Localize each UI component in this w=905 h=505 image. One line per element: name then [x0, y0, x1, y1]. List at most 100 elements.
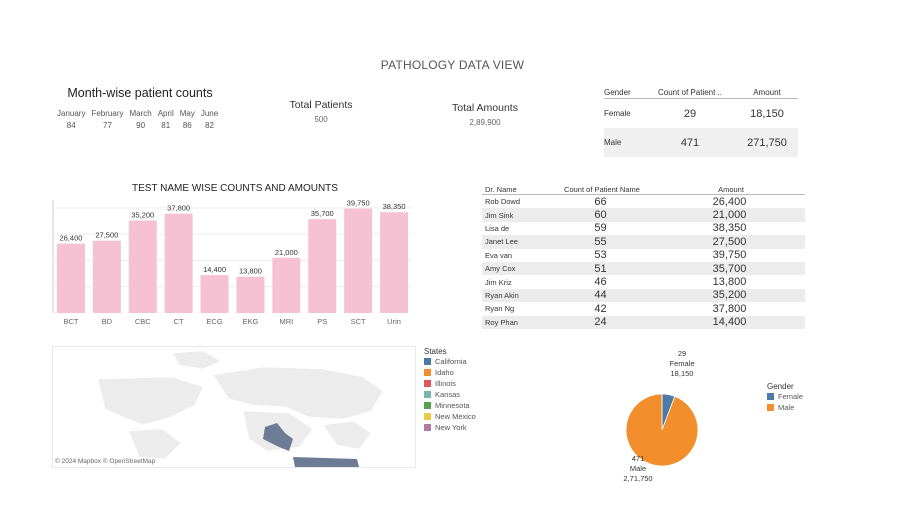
count-cell: 24	[547, 315, 654, 329]
count-cell: 66	[594, 195, 607, 208]
table-row: Lisa de 59 38,350	[482, 222, 805, 235]
pie-data-label: 2,71,750	[623, 474, 652, 483]
dashboard-title: PATHOLOGY DATA VIEW	[380, 58, 525, 72]
table-row: Jim Sink 60 21,000	[482, 208, 805, 222]
table-row: Roy Phan 24 14,400	[482, 315, 805, 329]
month-label: April	[157, 109, 174, 118]
pie-data-label: 18,150	[671, 369, 694, 378]
amount-cell: 271,750	[736, 128, 798, 157]
gender-pie-chart: 29Female18,150 471Male2,71,750	[623, 349, 699, 483]
gender-count-header: Count of Patient ..	[644, 86, 736, 99]
x-tick-label: BCT	[63, 317, 78, 326]
month-column: June 82	[198, 109, 221, 130]
gender-amount-header: Amount	[736, 86, 798, 99]
bar[interactable]	[56, 243, 85, 313]
states-map[interactable]: © 2024 Mapbox © OpenStreetMap	[52, 346, 416, 468]
table-row: Ryan Ng 42 37,800	[482, 302, 805, 315]
doctor-table: Dr. Name Count of Patient Name Amount Ro…	[482, 184, 805, 329]
month-column: April 81	[155, 109, 177, 130]
x-tick-label: CT	[174, 317, 184, 326]
bar-value-label: 37,800	[167, 204, 190, 213]
legend-swatch	[424, 413, 431, 420]
month-count: 81	[161, 121, 171, 130]
x-tick-label: Urin	[387, 317, 401, 326]
bar-value-label: 21,000	[275, 248, 298, 257]
gender-legend-title: Gender	[767, 382, 794, 391]
bar-value-label: 26,400	[59, 234, 82, 243]
bar[interactable]	[164, 213, 193, 313]
bar-chart: 26,400 BCT 27,500 BD 35,200 CBC 37,800 CT 14,400…	[52, 199, 412, 326]
gender-legend-item[interactable]: Male	[767, 402, 803, 413]
dr-name-cell: Jim Kriz	[485, 277, 512, 287]
amount-cell: 18,150	[750, 107, 784, 120]
gender-header: Gender	[604, 86, 644, 99]
dr-name-cell: Ryan Akin	[482, 288, 547, 303]
pie-data-label: Male	[630, 464, 646, 473]
count-cell: 42	[594, 302, 607, 315]
amount-cell: 27,500	[654, 235, 805, 249]
table-row: Female 29 18,150	[604, 99, 798, 129]
total-patients-value: 500	[314, 115, 328, 124]
dr-name-cell: Eva van	[485, 250, 513, 260]
x-tick-label: ECG	[206, 317, 222, 326]
month-label: February	[91, 109, 124, 118]
gender-table: Gender Count of Patient .. Amount Female…	[604, 86, 798, 157]
table-row: Eva van 53 39,750	[482, 249, 805, 262]
state-legend-item[interactable]: Minnesota	[424, 400, 476, 411]
amount-cell: 26,400	[712, 195, 747, 208]
table-row: Jim Kriz 46 13,800	[482, 275, 805, 288]
amount-cell: 35,200	[654, 288, 805, 303]
x-tick-label: CBC	[135, 317, 151, 326]
count-cell: 44	[547, 288, 654, 303]
state-legend-item[interactable]: New York	[424, 422, 476, 433]
dr-amount-header: Amount	[654, 184, 805, 195]
state-legend-item[interactable]: New Mexico	[424, 411, 476, 422]
state-legend-item[interactable]: Idaho	[424, 367, 476, 378]
month-label: March	[129, 109, 152, 118]
bar[interactable]	[380, 212, 409, 313]
dr-name-header: Dr. Name	[482, 184, 547, 195]
bar[interactable]	[236, 276, 265, 313]
gender-legend: Gender Female Male	[767, 382, 803, 413]
state-legend-item[interactable]: California	[424, 356, 476, 367]
dr-count-header: Count of Patient Name	[547, 184, 654, 195]
bar-value-label: 27,500	[95, 231, 118, 240]
bar-value-label: 13,800	[239, 267, 262, 276]
count-cell: 51	[547, 261, 654, 276]
month-label: June	[200, 109, 219, 118]
legend-swatch	[424, 391, 431, 398]
dr-name-cell: Janet Lee	[482, 235, 547, 249]
total-amounts-value: 2,89,900	[469, 118, 501, 127]
bar[interactable]	[308, 219, 337, 313]
bar[interactable]	[272, 257, 301, 313]
state-legend-item[interactable]: Illinois	[424, 378, 476, 389]
total-patients-kpi: Total Patients 500	[266, 99, 376, 124]
bar[interactable]	[92, 240, 121, 313]
legend-label: New Mexico	[435, 412, 476, 421]
count-cell: 59	[594, 222, 607, 235]
x-tick-label: EKG	[243, 317, 259, 326]
amount-cell: 21,000	[654, 208, 805, 222]
total-amounts-label: Total Amounts	[452, 102, 518, 114]
state-legend-item[interactable]: Kansas	[424, 389, 476, 400]
bar-value-label: 35,200	[131, 210, 154, 219]
table-row: Ryan Akin 44 35,200	[482, 288, 805, 303]
bar[interactable]	[200, 275, 229, 313]
legend-swatch	[424, 358, 431, 365]
amount-cell: 14,400	[654, 315, 805, 329]
dr-name-cell: Roy Phan	[482, 315, 547, 329]
legend-label: New York	[435, 423, 467, 432]
dr-name-cell: Amy Cox	[482, 261, 547, 276]
bar[interactable]	[344, 208, 373, 313]
x-tick-label: BD	[102, 317, 113, 326]
month-wise-counts: January 84 February 77 March 90 April 81 May 86 Ju…	[54, 109, 221, 130]
month-count: 82	[205, 121, 214, 130]
month-column: February 77	[88, 109, 126, 130]
contiguous-states	[293, 457, 359, 467]
bar[interactable]	[128, 220, 157, 313]
bar-value-label: 38,350	[383, 202, 406, 211]
gender-legend-item[interactable]: Female	[767, 391, 803, 402]
count-cell: 60	[547, 208, 654, 222]
total-patients-label: Total Patients	[289, 99, 353, 111]
count-cell: 53	[594, 249, 607, 262]
